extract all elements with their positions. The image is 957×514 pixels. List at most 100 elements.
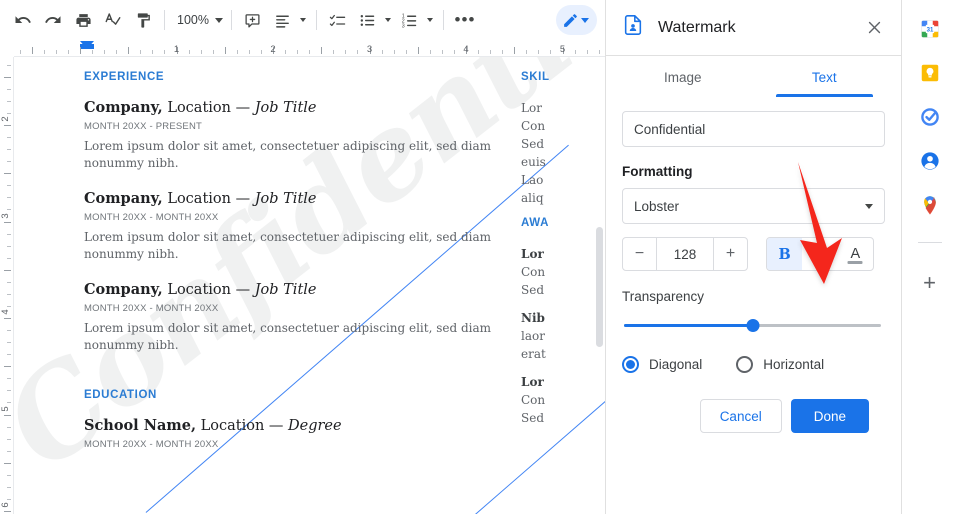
entry-location: Location — [162,100,255,116]
ruler-tick [7,330,11,332]
tab-image[interactable]: Image [612,56,754,97]
award-line: Lor [521,375,544,389]
ruler-tick [7,100,11,102]
toolbar-divider-4 [442,10,444,30]
ruler-tick [393,50,395,54]
entry-title: Company, Location — Job Title [84,281,509,298]
ruler-tick [7,161,11,163]
more-options-icon[interactable]: ••• [450,5,480,35]
watermark-text-input[interactable] [622,111,885,147]
paint-format-icon[interactable] [128,5,158,35]
award-line: Lor [521,247,544,261]
transparency-slider[interactable] [624,316,881,334]
checklist-icon[interactable] [323,5,353,35]
print-icon[interactable] [68,5,98,35]
ruler-tick [514,47,516,54]
font-size-decrease-button[interactable]: − [623,238,656,270]
page-scroll-region[interactable]: Confidential EXPERIENCE Company, Locatio… [14,57,605,514]
editing-mode-button[interactable] [556,5,597,35]
add-app-button[interactable]: + [916,269,944,297]
ruler-tick [490,50,492,54]
skill-line: Sed [521,137,545,151]
line-spacing-control[interactable] [268,5,310,35]
ruler-tick [4,269,11,271]
orientation-radio-group: Diagonal Horizontal [622,356,885,373]
ruler-tick [7,342,11,344]
entry-school: School Name, [84,417,197,435]
tab-text[interactable]: Text [754,56,896,97]
skill-line: Lor [521,101,542,115]
section-heading-awards: AWA [521,217,549,229]
ruler-tick [7,149,11,151]
ruler-tick [453,50,455,54]
skill-line: Lao [521,173,544,187]
ruler-tick [333,50,335,54]
redo-icon[interactable] [38,5,68,35]
indent-marker[interactable] [80,41,94,49]
ruler-tick [7,88,11,90]
entry-job-title: Job Title [254,100,317,116]
ruler-tick [4,318,11,319]
entry-job-title: Job Title [254,281,317,298]
google-calendar-icon[interactable]: 31 [919,18,941,40]
formatting-label: Formatting [622,164,693,179]
ruler-tick [104,50,106,54]
radio-diagonal[interactable]: Diagonal [622,356,702,373]
entry-company: Company, [84,99,163,116]
ruler-tick [188,50,190,54]
cancel-button[interactable]: Cancel [699,399,782,433]
size-and-style-row: − 128 + B I A [622,237,885,271]
entry-date: MONTH 20XX - MONTH 20XX [84,302,219,314]
done-button[interactable]: Done [790,399,869,433]
watermark-panel-title: Watermark [658,18,736,36]
google-tasks-icon[interactable] [919,106,941,128]
google-maps-icon[interactable] [919,194,941,216]
watermark-doc-icon [622,14,644,41]
ruler-number: 2 [270,44,276,55]
bulleted-list-control[interactable] [353,5,395,35]
skill-line: aliq [521,191,544,205]
entry-job-title: Job Title [254,190,317,207]
award-line: Sed [521,283,545,297]
ruler-tick [417,47,419,54]
ruler-number: 1 [173,44,180,55]
chevron-down-icon [581,17,589,23]
ruler-tick [345,50,347,54]
ruler-tick [7,257,11,259]
font-size-increase-button[interactable]: + [714,238,747,270]
zoom-control[interactable]: 100% [171,6,225,34]
vertical-ruler[interactable]: 2 3 4 5 6 [0,57,14,514]
watermark-tabs: Image Text [606,56,901,97]
entry-title: Company, Location — Job Title [84,99,509,116]
ruler-tick [224,47,226,54]
ruler-tick [4,125,11,126]
horizontal-ruler[interactable]: 1 2 3 4 5 [14,40,605,57]
ruler-tick [7,354,11,356]
spell-check-icon[interactable] [98,5,128,35]
svg-text:31: 31 [926,27,933,33]
ruler-tick [164,50,166,54]
font-family-select[interactable]: Lobster [622,188,885,224]
education-entry: School Name, Location — Degree MONTH 20X… [84,417,509,450]
chevron-down-icon [426,18,433,22]
google-contacts-icon[interactable] [919,150,941,172]
undo-icon[interactable] [8,5,38,35]
radio-dot-icon [622,356,639,373]
radio-horizontal[interactable]: Horizontal [736,356,824,373]
slider-thumb[interactable] [746,318,759,332]
text-color-button[interactable]: A [838,238,873,270]
ruler-tick [381,50,383,54]
vertical-scrollbar[interactable] [596,227,603,347]
numbered-list-control[interactable]: 123 [395,5,437,35]
add-comment-icon[interactable] [238,5,268,35]
italic-button[interactable]: I [802,238,837,270]
close-icon[interactable] [861,15,887,41]
ruler-tick [357,50,359,54]
google-keep-icon[interactable] [919,62,941,84]
ruler-number: 3 [366,44,373,55]
font-size-value[interactable]: 128 [656,238,714,270]
ruler-tick [478,50,480,54]
ruler-tick [7,474,11,476]
bold-button[interactable]: B [767,238,803,270]
ruler-tick [152,50,154,54]
